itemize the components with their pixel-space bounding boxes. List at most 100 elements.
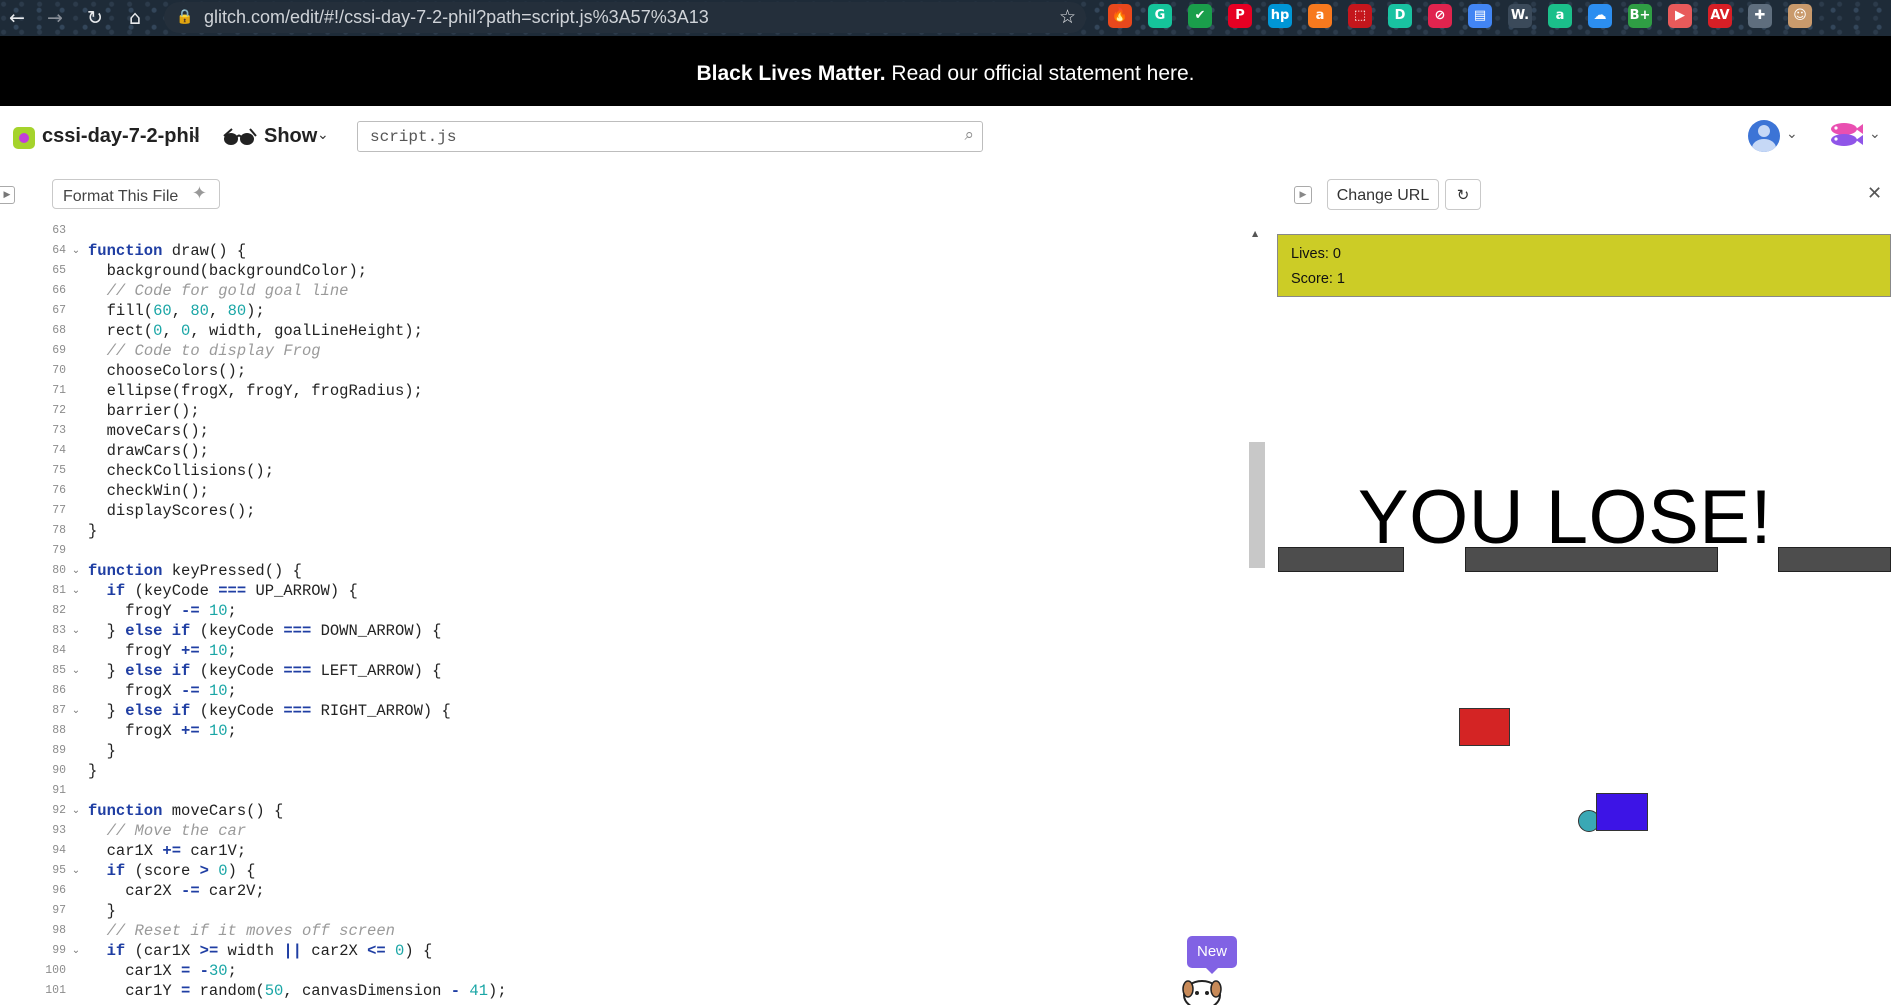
line-number: 83 (52, 624, 66, 637)
scroll-up-icon[interactable]: ▲ (1252, 229, 1258, 238)
blm-banner[interactable]: Black Lives Matter. Read our official st… (0, 36, 1891, 106)
forward-arrow-icon[interactable]: → (40, 3, 70, 33)
address-bar[interactable]: 🔒 glitch.com/edit/#!/cssi-day-7-2-phil?p… (164, 2, 1086, 33)
score-text: Score: 1 (1291, 271, 1345, 287)
chevron-down-icon[interactable]: ⌄ (190, 127, 202, 143)
reload-icon[interactable]: ↻ (80, 3, 110, 33)
fold-chevron-icon[interactable]: ⌄ (70, 941, 82, 961)
line-number: 71 (52, 384, 66, 397)
b-plus-extension-icon[interactable]: B+ (1628, 4, 1652, 28)
fold-chevron-icon[interactable]: ⌄ (70, 621, 82, 641)
collapse-sidebar-icon[interactable]: ▶ (0, 186, 15, 204)
cloud-extension-icon[interactable]: ☁ (1588, 4, 1612, 28)
chevron-down-icon[interactable]: ⌄ (1786, 126, 1798, 142)
line-number: 74 (52, 444, 66, 457)
code-text: if (car1X >= width || car2X <= 0) { (106, 942, 433, 960)
fold-chevron-icon[interactable]: ⌄ (70, 561, 82, 581)
line-number: 96 (52, 884, 66, 897)
line-number: 85 (52, 664, 66, 677)
banner-bold-text: Black Lives Matter. (696, 62, 886, 85)
line-number: 76 (52, 484, 66, 497)
pdf-extension-icon[interactable]: ⬚ (1348, 4, 1372, 28)
line-number: 97 (52, 904, 66, 917)
chevron-down-icon[interactable]: ⌄ (317, 127, 329, 143)
video-extension-icon[interactable]: ▶ (1668, 4, 1692, 28)
line-number: 64 (52, 244, 66, 257)
line-number: 66 (52, 284, 66, 297)
puzzle-extension-icon[interactable]: ✚ (1748, 4, 1772, 28)
back-arrow-icon[interactable]: ← (2, 3, 32, 33)
line-number: 82 (52, 604, 66, 617)
project-name[interactable]: cssi-day-7-2-phil (42, 125, 200, 148)
code-editor[interactable]: 63 64 ⌄ function draw() {65 background(back… (0, 221, 1000, 1000)
code-text: } (88, 742, 116, 760)
score-panel: Lives: 0 Score: 1 (1277, 234, 1891, 297)
banner-link-text[interactable]: Read our official statement here. (886, 62, 1194, 85)
code-text: moveCars(); (88, 422, 209, 440)
line-number: 98 (52, 924, 66, 937)
new-badge[interactable]: New (1187, 936, 1237, 974)
pinterest-extension-icon[interactable]: P (1228, 4, 1252, 28)
docs-extension-icon[interactable]: ▤ (1468, 4, 1492, 28)
fold-chevron-icon[interactable]: ⌄ (70, 581, 82, 601)
code-text: function keyPressed() { (88, 562, 302, 580)
fold-chevron-icon[interactable]: ⌄ (70, 661, 82, 681)
line-number: 75 (52, 464, 66, 477)
format-file-button[interactable]: Format This File ✦ (52, 179, 220, 209)
line-number: 69 (52, 344, 66, 357)
profile-extension-icon[interactable]: ☺ (1788, 4, 1812, 28)
bookmark-star-icon[interactable]: ☆ (1059, 6, 1076, 28)
line-number: 67 (52, 304, 66, 317)
line-number: 84 (52, 644, 66, 657)
search-icon[interactable]: ⌕ (964, 125, 974, 145)
line-number: 68 (52, 324, 66, 337)
line-number: 99 (52, 944, 66, 957)
line-number: 72 (52, 404, 66, 417)
line-number: 87 (52, 704, 66, 717)
code-text: // Reset if it moves off screen (106, 922, 395, 940)
pane-scrollbar[interactable] (1249, 442, 1265, 568)
code-text: car1X = -30; (88, 962, 237, 980)
checklist-extension-icon[interactable]: ✔ (1188, 4, 1212, 28)
home-icon[interactable]: ⌂ (120, 3, 150, 33)
search-input[interactable] (368, 126, 932, 148)
cursive-extension-icon[interactable]: a (1548, 4, 1572, 28)
code-text: } (88, 902, 116, 920)
change-url-button[interactable]: Change URL (1327, 179, 1439, 210)
shopping-extension-icon[interactable]: a (1308, 4, 1332, 28)
av-extension-icon[interactable]: AV (1708, 4, 1732, 28)
code-text: } else if (keyCode === LEFT_ARROW) { (88, 662, 442, 680)
honey-extension-icon[interactable]: 🔥 (1108, 4, 1132, 28)
hp-extension-icon[interactable]: hp (1268, 4, 1292, 28)
project-avatar-icon[interactable] (13, 127, 35, 149)
line-number: 101 (45, 984, 66, 997)
fold-chevron-icon[interactable]: ⌄ (70, 861, 82, 881)
d-extension-icon[interactable]: D (1388, 4, 1412, 28)
grammarly-extension-icon[interactable]: G (1148, 4, 1172, 28)
dog-mascot-icon[interactable] (1180, 975, 1224, 1005)
code-text: if (keyCode === UP_ARROW) { (106, 582, 358, 600)
chevron-down-icon[interactable]: ⌄ (1869, 126, 1881, 142)
line-number: 80 (52, 564, 66, 577)
file-search-box[interactable]: ⌕ (357, 121, 983, 152)
fold-chevron-icon[interactable]: ⌄ (70, 701, 82, 721)
line-number: 63 (52, 224, 66, 237)
glitch-fish-logo-icon[interactable] (1826, 120, 1864, 150)
blocker-extension-icon[interactable]: ⊘ (1428, 4, 1452, 28)
show-button[interactable]: Show (264, 125, 317, 148)
line-number: 100 (45, 964, 66, 977)
line-number: 65 (52, 264, 66, 277)
lives-text: Lives: 0 (1291, 246, 1341, 262)
fold-chevron-icon[interactable]: ⌄ (70, 801, 82, 821)
w-extension-icon[interactable]: W. (1508, 4, 1532, 28)
code-text: car2X -= car2V; (88, 882, 265, 900)
user-avatar[interactable] (1748, 120, 1780, 152)
sparkle-icon: ✦ (191, 183, 207, 204)
fold-chevron-icon[interactable]: ⌄ (70, 241, 82, 261)
preview-play-icon[interactable]: ▶ (1294, 186, 1312, 204)
close-icon[interactable]: ✕ (1867, 183, 1882, 204)
line-number: 93 (52, 824, 66, 837)
sunglasses-icon[interactable] (222, 126, 258, 148)
line-number: 79 (52, 544, 66, 557)
refresh-icon[interactable]: ↻ (1445, 179, 1481, 210)
